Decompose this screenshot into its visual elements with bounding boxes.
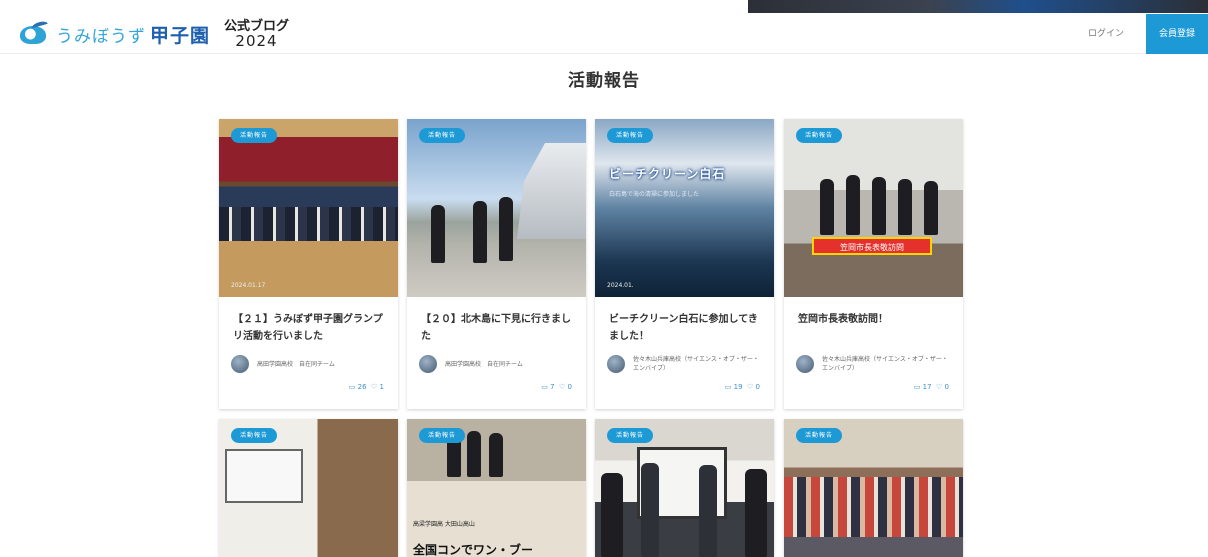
article-title[interactable]: 笠岡市長表敬訪問！ bbox=[798, 311, 949, 345]
article-thumbnail[interactable]: 活動報告 bbox=[784, 419, 963, 557]
ferry-image bbox=[517, 143, 586, 239]
site-header: うみぼうず 甲子園 公式ブログ 2024 ログイン 会員登録 bbox=[0, 14, 1208, 54]
person-figure bbox=[924, 181, 938, 235]
avatar bbox=[796, 355, 814, 373]
author-name: 高田学園高校 自在同チーム bbox=[445, 360, 523, 368]
like-count: 1 bbox=[379, 383, 384, 391]
avatar bbox=[607, 355, 625, 373]
like-count: 0 bbox=[755, 383, 760, 391]
category-badge[interactable]: 活動報告 bbox=[231, 128, 278, 143]
register-button[interactable]: 会員登録 bbox=[1146, 14, 1208, 54]
heart-icon: ♡ bbox=[371, 383, 378, 391]
image-banner: 笠岡市長表敬訪問 bbox=[812, 237, 932, 255]
person-figure bbox=[489, 433, 503, 477]
category-badge[interactable]: 活動報告 bbox=[607, 128, 654, 143]
category-badge[interactable]: 活動報告 bbox=[231, 428, 278, 443]
comment-icon: ▭ bbox=[541, 383, 548, 391]
article-card[interactable]: 活動報告 【２０】北木島に下見に行きました 高田学園高校 自在同チーム ▭ 7 … bbox=[407, 119, 586, 409]
category-badge[interactable]: 活動報告 bbox=[607, 428, 654, 443]
newspaper-title: 全国コンでワン・ブー bbox=[413, 543, 534, 557]
avatar bbox=[231, 355, 249, 373]
article-thumbnail[interactable]: 活動報告 2024.01.17 bbox=[219, 119, 398, 297]
person-figure bbox=[473, 201, 487, 263]
post-date: 2024.01.17 bbox=[231, 282, 266, 289]
like-count: 0 bbox=[944, 383, 949, 391]
author-row[interactable]: 佐々木山兵庫高校（サイエンス・オブ・ザー・エンバイブ） bbox=[796, 351, 951, 377]
group-photo bbox=[784, 477, 963, 537]
comment-icon: ▭ bbox=[913, 383, 921, 391]
logo-subtitle: 公式ブログ 2024 bbox=[224, 20, 289, 50]
projector-screen bbox=[225, 449, 303, 503]
wave-logo-icon bbox=[18, 20, 52, 48]
comment-icon: ▭ bbox=[724, 383, 732, 391]
login-link[interactable]: ログイン bbox=[1088, 14, 1124, 54]
category-badge[interactable]: 活動報告 bbox=[419, 428, 466, 443]
person-figure bbox=[699, 465, 717, 557]
heart-icon: ♡ bbox=[747, 383, 754, 391]
author-name: 佐々木山兵庫高校（サイエンス・オブ・ザー・エンバイブ） bbox=[822, 356, 948, 372]
article-stats: ▭ 17 ♡ 0 bbox=[784, 383, 949, 397]
article-card[interactable]: 高梁学園高 大田山高山 全国コンでワン・ブー 活動報告 bbox=[407, 419, 586, 557]
article-title[interactable]: ビーチクリーン白石に参加してきました！ bbox=[609, 311, 760, 345]
person-figure bbox=[499, 197, 513, 261]
site-logo[interactable]: うみぼうず 甲子園 公式ブログ 2024 bbox=[18, 16, 289, 52]
person-figure bbox=[467, 431, 481, 477]
article-stats: ▭ 7 ♡ 0 bbox=[407, 383, 572, 397]
heart-icon: ♡ bbox=[559, 383, 566, 391]
article-stats: ▭ 26 ♡ 1 bbox=[219, 383, 384, 397]
article-card[interactable]: 活動報告 bbox=[784, 419, 963, 557]
avatar bbox=[419, 355, 437, 373]
logo-umibozu: うみぼうず bbox=[56, 26, 146, 47]
logo-wordmark: うみぼうず 甲子園 bbox=[56, 21, 210, 48]
author-row[interactable]: 高田学園高校 自在同チーム bbox=[419, 351, 574, 377]
comment-icon: ▭ bbox=[348, 383, 356, 391]
article-card[interactable]: 活動報告 bbox=[595, 419, 774, 557]
logo-koshien: 甲子園 bbox=[150, 24, 211, 47]
article-thumbnail[interactable]: 活動報告 bbox=[595, 419, 774, 557]
person-figure bbox=[745, 469, 767, 557]
person-figure bbox=[846, 175, 860, 235]
author-name: 佐々木山兵庫高校（サイエンス・オブ・ザー・エンバイブ） bbox=[633, 356, 759, 372]
like-count: 0 bbox=[567, 383, 572, 391]
view-count: 26 bbox=[357, 383, 367, 391]
author-row[interactable]: 高田学園高校 自在同チーム bbox=[231, 351, 386, 377]
person-figure bbox=[641, 463, 659, 557]
view-count: 19 bbox=[733, 383, 743, 391]
author-row[interactable]: 佐々木山兵庫高校（サイエンス・オブ・ザー・エンバイブ） bbox=[607, 351, 762, 377]
article-thumbnail[interactable]: 笠岡市長表敬訪問 活動報告 bbox=[784, 119, 963, 297]
blog-year: 2024 bbox=[235, 32, 278, 50]
article-thumbnail[interactable]: 活動報告 bbox=[219, 419, 398, 557]
article-thumbnail[interactable]: 活動報告 bbox=[407, 119, 586, 297]
article-thumbnail[interactable]: 高梁学園高 大田山高山 全国コンでワン・ブー 活動報告 bbox=[407, 419, 586, 557]
person-figure bbox=[431, 205, 445, 263]
category-badge[interactable]: 活動報告 bbox=[419, 128, 466, 143]
article-title[interactable]: 【２１】うみぼず甲子園グランプリ活動を行いました bbox=[233, 311, 384, 345]
article-card[interactable]: 笠岡市長表敬訪問 活動報告 笠岡市長表敬訪問！ 佐々木山兵庫高校（サイエンス・オ… bbox=[784, 119, 963, 409]
newspaper-headline: 高梁学園高 大田山高山 bbox=[413, 521, 475, 528]
person-figure bbox=[898, 179, 912, 235]
group-photo bbox=[219, 207, 398, 241]
person-figure bbox=[820, 179, 834, 235]
view-count: 7 bbox=[550, 383, 555, 391]
page-title: 活動報告 bbox=[568, 71, 640, 91]
article-title[interactable]: 【２０】北木島に下見に行きました bbox=[421, 311, 572, 345]
image-caption: ビーチクリーン白石 bbox=[609, 167, 726, 181]
category-badge[interactable]: 活動報告 bbox=[796, 428, 843, 443]
hero-image-edge bbox=[748, 0, 1208, 13]
person-figure bbox=[872, 177, 886, 235]
person-figure bbox=[601, 473, 623, 557]
article-thumbnail[interactable]: ビーチクリーン白石 白石島で海の清掃に参加しました 活動報告 2024.01. bbox=[595, 119, 774, 297]
article-card[interactable]: ビーチクリーン白石 白石島で海の清掃に参加しました 活動報告 2024.01. … bbox=[595, 119, 774, 409]
article-card[interactable]: 活動報告 bbox=[219, 419, 398, 557]
article-card[interactable]: 活動報告 2024.01.17 【２１】うみぼず甲子園グランプリ活動を行いました… bbox=[219, 119, 398, 409]
image-subcaption: 白石島で海の清掃に参加しました bbox=[609, 191, 700, 198]
category-badge[interactable]: 活動報告 bbox=[796, 128, 843, 143]
post-date: 2024.01. bbox=[607, 282, 634, 289]
author-name: 高田学園高校 自在同チーム bbox=[257, 360, 335, 368]
article-stats: ▭ 19 ♡ 0 bbox=[595, 383, 760, 397]
heart-icon: ♡ bbox=[936, 383, 943, 391]
view-count: 17 bbox=[922, 383, 932, 391]
